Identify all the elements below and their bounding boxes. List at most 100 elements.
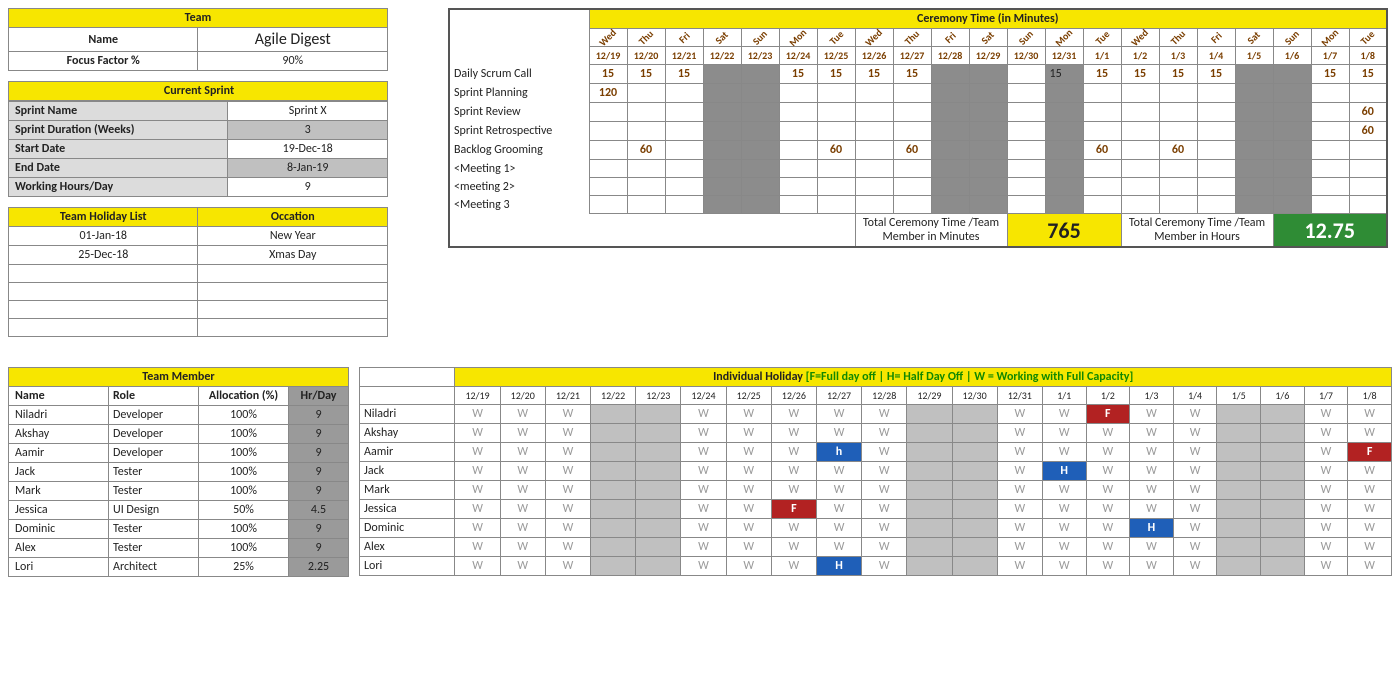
ceremony-cell[interactable]: 15 xyxy=(1045,65,1083,84)
ceremony-cell[interactable] xyxy=(741,103,779,122)
ceremony-cell[interactable] xyxy=(1235,160,1273,178)
member-role[interactable]: Tester xyxy=(109,520,199,539)
indiv-cell[interactable]: W xyxy=(1042,481,1086,500)
ceremony-cell[interactable] xyxy=(1007,65,1045,84)
indiv-cell[interactable]: W xyxy=(771,557,816,576)
indiv-cell[interactable]: W xyxy=(1173,462,1217,481)
ceremony-cell[interactable] xyxy=(1121,141,1159,160)
member-role[interactable]: Tester xyxy=(109,463,199,482)
member-role[interactable]: Architect xyxy=(109,558,199,577)
indiv-cell[interactable]: W xyxy=(545,481,590,500)
indiv-cell[interactable] xyxy=(907,405,952,424)
ceremony-cell[interactable] xyxy=(1083,103,1121,122)
indiv-cell[interactable] xyxy=(907,519,952,538)
ceremony-cell[interactable] xyxy=(931,122,969,141)
indiv-cell[interactable]: W xyxy=(997,519,1042,538)
indiv-cell[interactable]: W xyxy=(726,405,771,424)
indiv-cell[interactable]: W xyxy=(1173,481,1217,500)
ceremony-cell[interactable] xyxy=(855,196,893,214)
indiv-cell[interactable]: F xyxy=(1086,405,1130,424)
indiv-cell[interactable]: W xyxy=(997,481,1042,500)
ceremony-cell[interactable] xyxy=(969,196,1007,214)
ceremony-cell[interactable] xyxy=(589,196,627,214)
indiv-cell[interactable]: W xyxy=(455,519,500,538)
ceremony-cell[interactable] xyxy=(703,103,741,122)
ceremony-cell[interactable] xyxy=(627,84,665,103)
ceremony-cell[interactable] xyxy=(779,141,817,160)
focus-value[interactable]: 90% xyxy=(198,52,388,71)
ceremony-cell[interactable]: 60 xyxy=(1349,122,1387,141)
indiv-cell[interactable]: W xyxy=(726,557,771,576)
member-role[interactable]: Tester xyxy=(109,482,199,501)
indiv-cell[interactable]: F xyxy=(1348,443,1392,462)
ceremony-cell[interactable] xyxy=(1273,103,1311,122)
indiv-cell[interactable]: W xyxy=(1304,405,1348,424)
sprint-row-value[interactable]: 19-Dec-18 xyxy=(228,140,388,159)
ceremony-cell[interactable] xyxy=(1349,160,1387,178)
ceremony-cell[interactable] xyxy=(627,196,665,214)
indiv-cell[interactable] xyxy=(952,519,997,538)
indiv-cell[interactable]: W xyxy=(681,538,726,557)
ceremony-cell[interactable] xyxy=(1159,160,1197,178)
indiv-cell[interactable]: W xyxy=(816,481,861,500)
indiv-cell[interactable] xyxy=(636,500,681,519)
indiv-cell[interactable]: W xyxy=(816,538,861,557)
ceremony-cell[interactable] xyxy=(1311,141,1349,160)
indiv-cell[interactable]: W xyxy=(1304,519,1348,538)
member-alloc[interactable]: 100% xyxy=(199,520,289,539)
indiv-cell[interactable]: W xyxy=(726,443,771,462)
indiv-cell[interactable]: W xyxy=(545,538,590,557)
ceremony-cell[interactable] xyxy=(855,122,893,141)
ceremony-cell[interactable]: 15 xyxy=(1121,65,1159,84)
indiv-cell[interactable]: W xyxy=(997,538,1042,557)
ceremony-cell[interactable]: 60 xyxy=(1159,141,1197,160)
member-name[interactable]: Niladri xyxy=(9,406,109,425)
holiday-date[interactable] xyxy=(9,283,198,301)
ceremony-cell[interactable] xyxy=(703,84,741,103)
holiday-occ[interactable] xyxy=(198,301,388,319)
indiv-cell[interactable]: W xyxy=(545,519,590,538)
ceremony-cell[interactable] xyxy=(627,160,665,178)
ceremony-cell[interactable] xyxy=(741,178,779,196)
ceremony-cell[interactable] xyxy=(1083,84,1121,103)
indiv-cell[interactable] xyxy=(591,538,636,557)
indiv-cell[interactable]: H xyxy=(1042,462,1086,481)
ceremony-cell[interactable] xyxy=(703,178,741,196)
ceremony-cell[interactable] xyxy=(931,84,969,103)
ceremony-cell[interactable] xyxy=(589,160,627,178)
holiday-occ[interactable] xyxy=(198,283,388,301)
ceremony-cell[interactable] xyxy=(779,196,817,214)
indiv-cell[interactable]: W xyxy=(1304,443,1348,462)
indiv-cell[interactable] xyxy=(591,500,636,519)
ceremony-cell[interactable] xyxy=(1197,178,1235,196)
indiv-cell[interactable] xyxy=(952,462,997,481)
ceremony-cell[interactable] xyxy=(779,84,817,103)
indiv-cell[interactable]: W xyxy=(726,424,771,443)
indiv-cell[interactable]: W xyxy=(1086,462,1130,481)
indiv-cell[interactable]: W xyxy=(771,443,816,462)
ceremony-cell[interactable] xyxy=(703,160,741,178)
holiday-date[interactable]: 01-Jan-18 xyxy=(9,227,198,246)
indiv-cell[interactable]: W xyxy=(681,424,726,443)
ceremony-cell[interactable] xyxy=(969,65,1007,84)
ceremony-cell[interactable] xyxy=(665,103,703,122)
ceremony-cell[interactable] xyxy=(1121,196,1159,214)
ceremony-cell[interactable] xyxy=(1197,141,1235,160)
indiv-cell[interactable]: W xyxy=(1086,424,1130,443)
ceremony-cell[interactable] xyxy=(741,160,779,178)
ceremony-cell[interactable] xyxy=(1159,84,1197,103)
indiv-cell[interactable]: W xyxy=(1086,538,1130,557)
indiv-cell[interactable] xyxy=(636,405,681,424)
ceremony-cell[interactable] xyxy=(1349,178,1387,196)
indiv-cell[interactable]: W xyxy=(997,424,1042,443)
indiv-cell[interactable]: W xyxy=(1173,405,1217,424)
indiv-cell[interactable]: W xyxy=(455,557,500,576)
holiday-occ[interactable] xyxy=(198,265,388,283)
indiv-cell[interactable]: W xyxy=(500,462,545,481)
ceremony-cell[interactable] xyxy=(665,178,703,196)
indiv-cell[interactable]: W xyxy=(545,424,590,443)
indiv-cell[interactable]: W xyxy=(1304,538,1348,557)
indiv-cell[interactable]: W xyxy=(1042,424,1086,443)
indiv-cell[interactable] xyxy=(907,443,952,462)
indiv-cell[interactable]: W xyxy=(816,424,861,443)
